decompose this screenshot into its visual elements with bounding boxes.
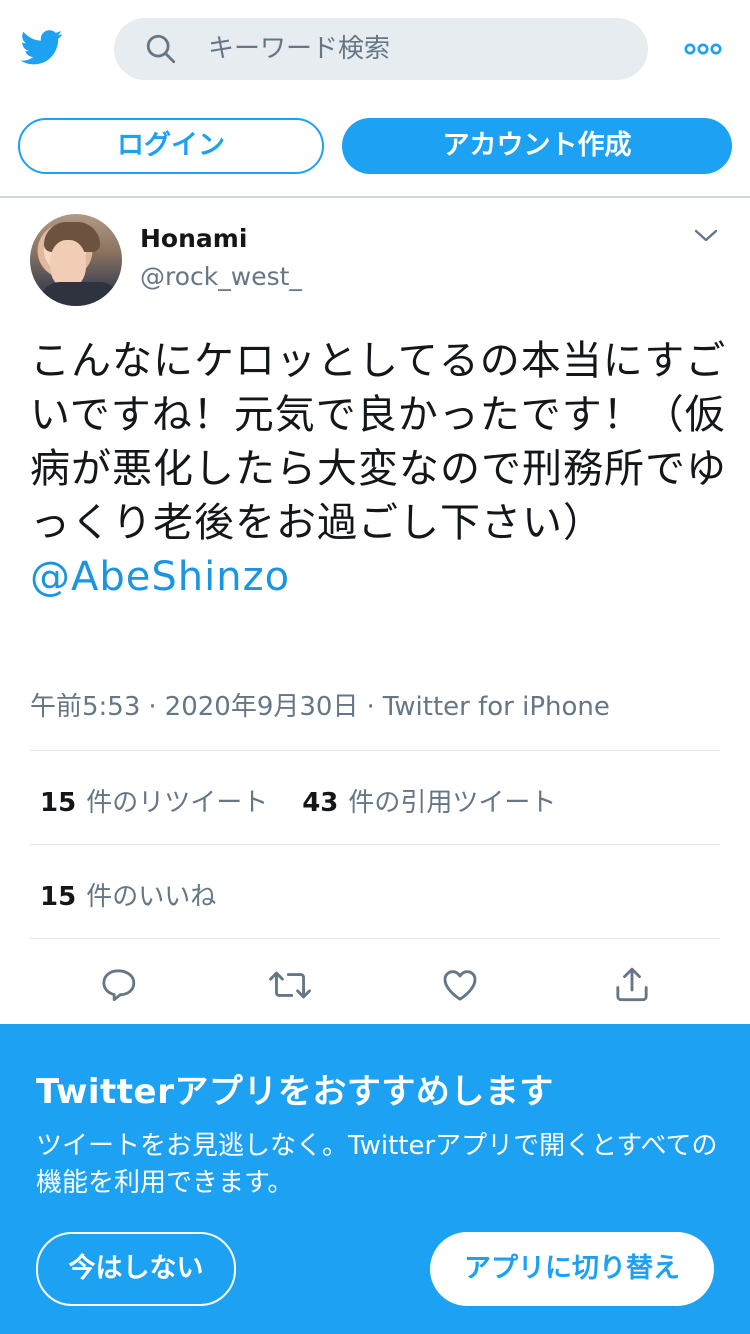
retweets-count: 15 (40, 788, 77, 818)
banner-title: Twitterアプリをおすすめします (36, 1072, 554, 1112)
auth-buttons: ログイン アカウント作成 (0, 118, 750, 174)
switch-to-app-button[interactable]: アプリに切り替え (430, 1232, 714, 1306)
heart-icon[interactable] (440, 962, 480, 1008)
search-icon (146, 34, 176, 64)
more-icon[interactable] (684, 40, 722, 58)
avatar[interactable] (30, 214, 122, 306)
likes-stat[interactable]: 15 件のいいね (40, 876, 216, 913)
retweets-label: 件のリツイート (86, 788, 269, 818)
likes-count: 15 (40, 882, 77, 912)
app-promo-banner: Twitterアプリをおすすめします ツイートをお見逃しなく。Twitterアプ… (0, 1024, 750, 1334)
reply-icon[interactable] (98, 962, 138, 1008)
signup-button[interactable]: アカウント作成 (342, 118, 732, 174)
tweet-body: こんなにケロッとしてるの本当にすごいですね！元気で良かったです！（仮病が悪化した… (30, 338, 727, 546)
likes-label: 件のいいね (86, 882, 217, 912)
tweet-time[interactable]: 午前5:53 (30, 692, 140, 722)
quotes-count: 43 (302, 788, 339, 818)
tweet-actions (0, 962, 750, 1012)
divider (30, 750, 720, 751)
search-placeholder: キーワード検索 (208, 34, 391, 64)
not-now-button[interactable]: 今はしない (36, 1232, 236, 1306)
quotes-stat[interactable]: 43 件の引用ツイート (302, 782, 556, 819)
share-icon[interactable] (612, 962, 652, 1008)
quotes-label: 件の引用ツイート (348, 788, 557, 818)
top-bar: キーワード検索 (0, 0, 750, 100)
search-box[interactable]: キーワード検索 (114, 18, 648, 80)
header-divider (0, 196, 750, 198)
mention-link[interactable]: @AbeShinzo (30, 550, 730, 604)
chevron-down-icon[interactable] (694, 228, 718, 244)
divider (30, 844, 720, 845)
banner-description: ツイートをお見逃しなく。Twitterアプリで開くとすべての機能を利用できます。 (36, 1131, 718, 1198)
author-handle[interactable]: @rock_west_ (140, 262, 302, 291)
tweet-source[interactable]: Twitter for iPhone (383, 692, 610, 722)
login-button[interactable]: ログイン (18, 118, 324, 174)
tweet-date[interactable]: 2020年9月30日 (165, 692, 359, 722)
author-name[interactable]: Honami (140, 224, 247, 253)
tweet-text: こんなにケロッとしてるの本当にすごいですね！元気で良かったです！（仮病が悪化した… (30, 334, 730, 604)
tweet-stats-row: 15 件のリツイート 43 件の引用ツイート (40, 782, 556, 819)
divider (30, 938, 720, 939)
twitter-bird-icon[interactable] (18, 26, 66, 68)
tweet-meta: 午前5:53 · 2020年9月30日 · Twitter for iPhone (30, 692, 610, 722)
retweet-icon[interactable] (268, 962, 312, 1008)
retweets-stat[interactable]: 15 件のリツイート (40, 782, 268, 819)
